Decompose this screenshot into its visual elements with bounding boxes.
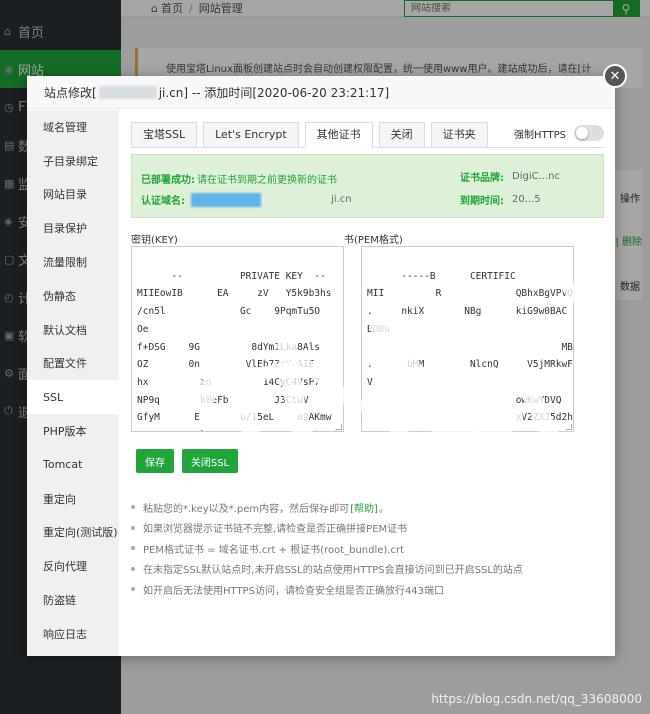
list-item: 如果浏览器提示证书链不完整,请检查是否正确拼接PEM证书 bbox=[131, 518, 523, 539]
sidebar-item[interactable]: 防盗链 bbox=[27, 583, 119, 617]
close-ssl-button[interactable]: 关闭SSL bbox=[182, 449, 238, 473]
key-textarea[interactable]: -- PRIVATE KEY -- MIIEowIB EA zV Y5k9b3h… bbox=[131, 246, 344, 432]
list-item: 粘贴您的*.key以及*.pem内容，然后保存即可 [帮助]。 bbox=[131, 497, 523, 518]
cert-content: -----B CERTIFIC --- MII R QBhxBgVPVQ5 . … bbox=[367, 270, 574, 431]
site-edit-modal: 站点修改[ ji.cn] -- 添加时间[2020-06-20 23:21:17… bbox=[27, 64, 627, 656]
ssl-tabs: 宝塔SSL Let's Encrypt 其他证书 关闭 证书夹 强制HTTPS bbox=[131, 122, 604, 148]
redacted-domain-value bbox=[191, 192, 261, 207]
key-content: -- PRIVATE KEY -- MIIEowIB EA zV Y5k9b3h… bbox=[137, 270, 337, 431]
domain-value: ji.cn bbox=[331, 194, 352, 205]
deployed-label: 已部署成功: bbox=[141, 175, 195, 186]
sidebar-item[interactable]: 响应日志 bbox=[27, 617, 119, 651]
help-link[interactable]: [帮助] bbox=[350, 500, 378, 515]
deployed-text: 请在证书到期之前更换新的证书 bbox=[197, 175, 337, 186]
save-button[interactable]: 保存 bbox=[136, 449, 174, 473]
resize-grip-icon[interactable] bbox=[336, 424, 342, 430]
sidebar-item[interactable]: 伪静态 bbox=[27, 279, 119, 313]
source-url: https://blog.csdn.net/qq_33608000 bbox=[431, 692, 642, 706]
tab-other-cert[interactable]: 其他证书 bbox=[304, 122, 373, 148]
force-https-toggle[interactable] bbox=[574, 125, 604, 141]
sidebar-item[interactable]: 流量限制 bbox=[27, 245, 119, 279]
redacted-domain bbox=[98, 85, 157, 99]
sidebar-item[interactable]: 配置文件 bbox=[27, 347, 119, 381]
cert-label: 书(PEM格式) bbox=[344, 235, 403, 246]
sidebar-item[interactable]: 子目录绑定 bbox=[27, 144, 119, 178]
expire-label: 到期时间: bbox=[460, 196, 504, 207]
tab-letsencrypt[interactable]: Let's Encrypt bbox=[203, 122, 299, 148]
tab-cert-folder[interactable]: 证书夹 bbox=[430, 122, 488, 148]
list-item: 在未指定SSL默认站点时,未开启SSL的站点使用HTTPS会直接访问到已开启SS… bbox=[131, 559, 523, 580]
modal-title-prefix: 站点修改[ bbox=[44, 85, 97, 100]
sidebar-item[interactable]: Tomcat bbox=[27, 448, 119, 482]
brand-value: DigiC...nc bbox=[512, 171, 560, 182]
sidebar-item[interactable]: PHP版本 bbox=[27, 414, 119, 448]
sidebar-item[interactable]: 目录保护 bbox=[27, 211, 119, 245]
cert-status-box: 已部署成功: 请在证书到期之前更换新的证书 认证域名: ji.cn 证书品牌: … bbox=[131, 154, 604, 218]
sidebar-item[interactable]: 默认文档 bbox=[27, 313, 119, 347]
sidebar-item[interactable]: 网站目录 bbox=[27, 178, 119, 212]
ssl-panel: 宝塔SSL Let's Encrypt 其他证书 关闭 证书夹 强制HTTPS … bbox=[131, 122, 604, 656]
domain-label: 认证域名: bbox=[141, 196, 185, 207]
expire-value: 20...5 bbox=[512, 194, 541, 205]
sidebar-item[interactable]: 反向代理 bbox=[27, 549, 119, 583]
force-https-label: 强制HTTPS bbox=[514, 129, 566, 141]
resize-grip-icon[interactable] bbox=[566, 424, 572, 430]
sidebar-item[interactable]: 重定向 bbox=[27, 482, 119, 516]
sidebar-item[interactable]: SSL bbox=[27, 380, 119, 415]
close-icon[interactable]: ✕ bbox=[603, 64, 627, 88]
sidebar-item[interactable]: 重定向(测试版) bbox=[27, 516, 119, 550]
sidebar-item[interactable]: 域名管理 bbox=[27, 110, 119, 144]
toggle-knob bbox=[576, 127, 588, 139]
modal-title: 站点修改[ ji.cn] -- 添加时间[2020-06-20 23:21:17… bbox=[27, 76, 615, 109]
list-item: 如开启后无法使用HTTPS访问，请检查安全组是否正确放行443端口 bbox=[131, 579, 523, 600]
list-item: PEM格式证书 = 域名证书.crt + 根证书(root_bundle).cr… bbox=[131, 538, 523, 559]
tab-close[interactable]: 关闭 bbox=[378, 122, 425, 148]
force-https: 强制HTTPS bbox=[514, 122, 604, 144]
tab-bt-ssl[interactable]: 宝塔SSL bbox=[131, 122, 198, 148]
help-tips: 粘贴您的*.key以及*.pem内容，然后保存即可 [帮助]。 如果浏览器提示证书… bbox=[131, 497, 523, 600]
modal-sidebar: 域名管理 子目录绑定 网站目录 目录保护 流量限制 伪静态 默认文档 配置文件 SSL PHP版本… bbox=[27, 110, 119, 656]
cert-textarea[interactable]: -----B CERTIFIC --- MII R QBhxBgVPVQ5 . … bbox=[361, 246, 574, 432]
brand-label: 证书品牌: bbox=[460, 173, 504, 184]
key-label: 密钥(KEY) bbox=[131, 235, 178, 246]
modal-title-suffix: ji.cn] -- 添加时间[2020-06-20 23:21:17] bbox=[158, 85, 390, 100]
